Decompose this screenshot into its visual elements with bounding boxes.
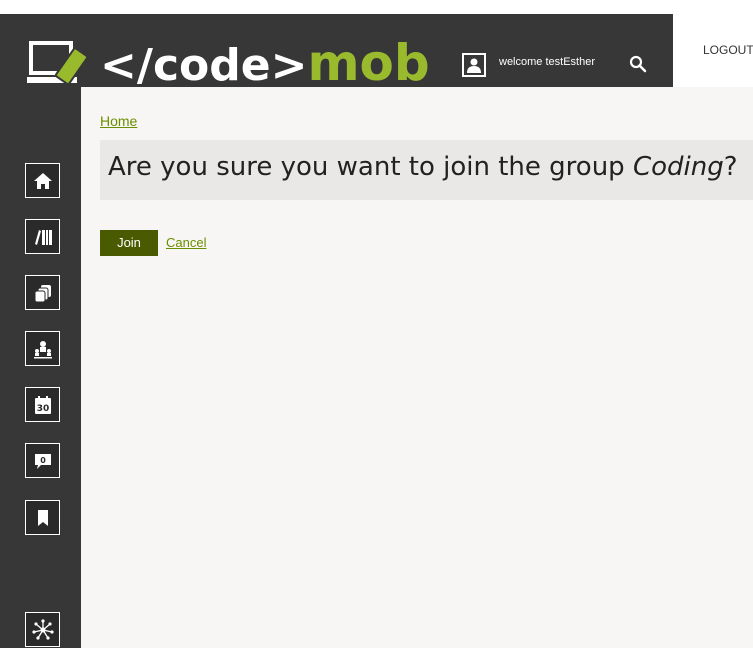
header: </code>mob welcome testEsther bbox=[0, 14, 673, 91]
sidebar-item-groups[interactable] bbox=[25, 331, 60, 366]
question-box: Are you sure you want to join the group … bbox=[100, 140, 753, 200]
calendar-icon: 30 bbox=[34, 395, 51, 414]
sidebar-item-home[interactable] bbox=[25, 163, 60, 198]
sidebar-item-network[interactable] bbox=[25, 612, 60, 647]
group-icon bbox=[33, 340, 52, 358]
logo-code: </code> bbox=[100, 40, 308, 91]
cancel-link[interactable]: Cancel bbox=[166, 235, 206, 250]
welcome-text: welcome testEsther bbox=[499, 56, 595, 68]
logout-link[interactable]: LOGOUT bbox=[703, 43, 753, 57]
sidebar-item-library[interactable] bbox=[25, 219, 60, 254]
join-button[interactable]: Join bbox=[100, 230, 158, 256]
group-name: Coding bbox=[632, 152, 724, 182]
books-icon bbox=[34, 229, 52, 245]
network-icon bbox=[31, 618, 54, 640]
sidebar-item-bookmarks[interactable] bbox=[25, 500, 60, 535]
messages-count: 0 bbox=[40, 456, 46, 465]
sidebar: 30 0 bbox=[0, 87, 81, 648]
question-prefix: Are you sure you want to join the group bbox=[108, 152, 633, 182]
question-suffix: ? bbox=[723, 152, 738, 182]
page-title: Are you sure you want to join the group … bbox=[108, 152, 738, 182]
breadcrumb-home[interactable]: Home bbox=[100, 113, 137, 129]
sidebar-item-calendar[interactable]: 30 bbox=[25, 387, 60, 422]
cards-icon bbox=[34, 284, 51, 302]
logo-text[interactable]: </code>mob bbox=[100, 35, 430, 91]
speech-bubble-icon: 0 bbox=[34, 453, 51, 469]
sidebar-item-messages[interactable]: 0 bbox=[25, 443, 60, 478]
sidebar-item-cards[interactable] bbox=[25, 275, 60, 310]
app-root: </code>mob welcome testEsther LOGOUT 30 … bbox=[0, 0, 753, 648]
logo-mob: mob bbox=[307, 34, 430, 92]
user-icon[interactable] bbox=[462, 53, 486, 77]
logout-area: LOGOUT bbox=[673, 14, 753, 87]
search-icon[interactable] bbox=[629, 55, 647, 73]
home-icon bbox=[33, 172, 52, 189]
laptop-phone-icon bbox=[27, 41, 89, 85]
main-content: Home Are you sure you want to join the g… bbox=[81, 87, 753, 648]
bookmark-icon bbox=[37, 509, 48, 526]
calendar-day: 30 bbox=[36, 404, 49, 414]
